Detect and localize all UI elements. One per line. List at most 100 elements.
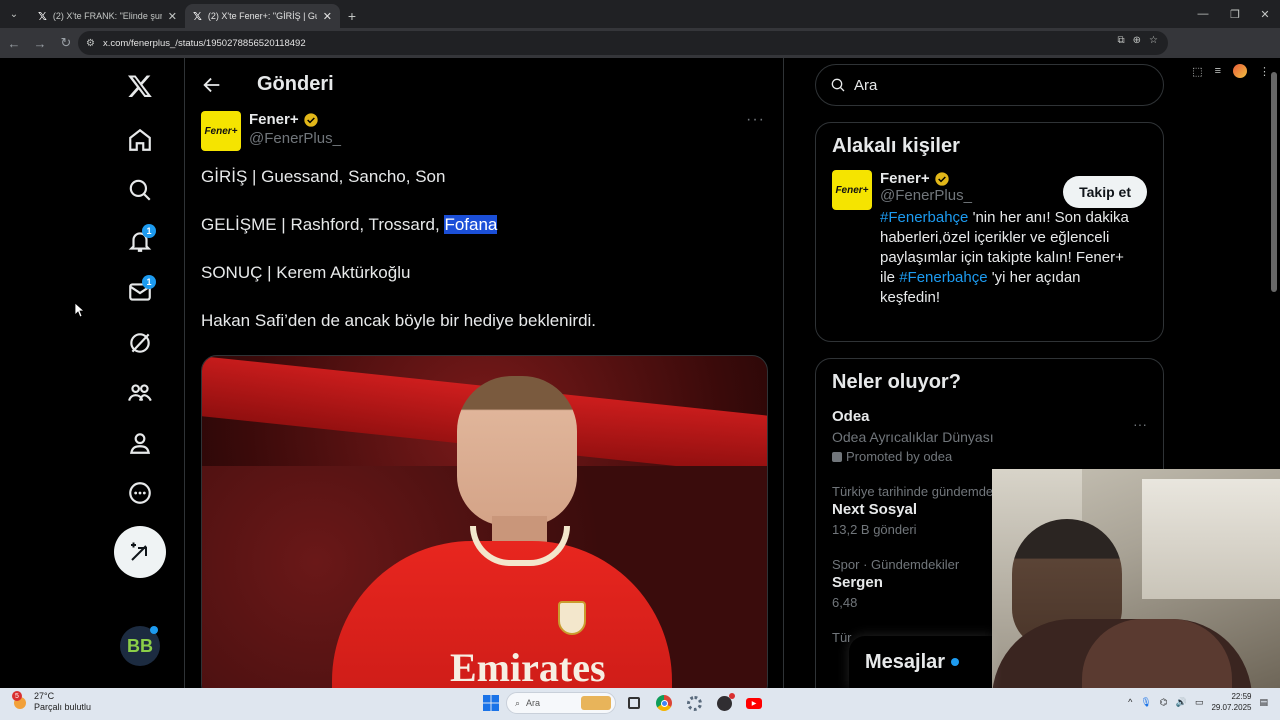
search-highlight-image — [581, 696, 611, 710]
taskbar-search[interactable]: ⌕ Ara — [506, 692, 616, 714]
tab-title: (2) X'te Fener+: "GİRİŞ | Guessa — [207, 11, 317, 21]
bookmark-star-icon[interactable]: ☆ — [1149, 35, 1158, 46]
address-bar[interactable]: ⚙ x.com/fenerplus_/status/19502788565201… — [78, 31, 1168, 55]
back-icon[interactable]: ← — [2, 31, 26, 55]
scrollbar-thumb[interactable] — [1271, 72, 1277, 292]
related-user-name: Fener+ — [880, 170, 930, 187]
youtube-icon[interactable]: ▶ — [742, 691, 766, 715]
minimize-button[interactable]: — — [1186, 0, 1220, 28]
taskbar-search-icon: ⌕ — [515, 697, 521, 708]
close-tab-icon[interactable]: ✕ — [323, 10, 332, 23]
tray-overflow-chevron-icon[interactable]: ^ — [1128, 697, 1132, 707]
tab-title: (2) X'te FRANK: "Elinde şundan — [52, 11, 162, 21]
site-info-icon[interactable]: ⚙ — [86, 38, 95, 49]
network-icon[interactable]: ⌬ — [1160, 697, 1168, 708]
page-title: Gönderi — [257, 73, 334, 95]
notifications-bell-icon[interactable]: 1 — [114, 215, 166, 267]
settings-gear-icon[interactable] — [682, 691, 706, 715]
post-line-development-text: GELİŞME | Rashford, Trossard, — [201, 215, 445, 234]
webcam-window — [1142, 479, 1280, 599]
taskbar-search-placeholder: Ara — [526, 698, 541, 708]
promoted-row: Promoted by odea — [832, 449, 1147, 464]
webcam-overlay — [992, 469, 1280, 688]
obs-icon[interactable] — [712, 691, 736, 715]
communities-icon[interactable] — [114, 367, 166, 419]
messages-mail-icon[interactable]: 1 — [114, 266, 166, 318]
weather-badge: 5 — [12, 691, 22, 701]
extensions-icon[interactable]: ⬚ — [1192, 65, 1202, 78]
taskbar-apps: ⌕ Ara ▶ — [482, 691, 766, 715]
post-line-comment: Hakan Safi’den de ancak böyle bir hediye… — [201, 311, 597, 330]
hashtag-link[interactable]: #Fenerbahçe — [899, 269, 987, 286]
author-name-row[interactable]: Fener+ — [249, 111, 341, 128]
chrome-icon[interactable] — [652, 691, 676, 715]
windows-start-icon[interactable] — [482, 694, 500, 712]
forward-icon[interactable]: → — [28, 31, 52, 55]
close-window-button[interactable]: ✕ — [1248, 0, 1280, 28]
notification-center-icon[interactable]: ▤ — [1259, 697, 1268, 708]
post-line-entry: GİRİŞ | Guessand, Sancho, Son — [201, 167, 446, 186]
trend-item[interactable]: Odea Odea Ayrıcalıklar Dünyası Promoted … — [816, 406, 1163, 474]
trend-more-icon[interactable]: ··· — [1133, 416, 1147, 432]
post-line-result: SONUÇ | Kerem Aktürkoğlu — [201, 263, 411, 282]
verified-badge-icon — [303, 112, 318, 127]
weather-widget[interactable]: 5 27°C Parçalı bulutlu — [12, 691, 91, 713]
task-view-icon[interactable] — [622, 691, 646, 715]
volume-icon[interactable]: 🔊 — [1176, 697, 1187, 708]
install-app-icon[interactable]: ⧉ — [1118, 35, 1125, 46]
selected-text-highlight: Fofana — [444, 215, 498, 234]
related-user[interactable]: Fener+ Fener+ @FenerPlus_ #Fenerbahçe 'n… — [816, 170, 1163, 322]
zoom-icon[interactable]: ⊕ — [1133, 35, 1141, 46]
tab-groups-icon[interactable]: ≡ — [1215, 65, 1221, 77]
promoted-icon — [832, 451, 842, 462]
account-avatar[interactable]: BB — [120, 626, 160, 666]
weather-temp: 27°C — [34, 691, 55, 701]
post: Fener+ Fener+ @FenerPlus_ ··· GİRİŞ | Gu… — [185, 111, 783, 688]
explore-search-icon[interactable] — [114, 164, 166, 216]
messages-drawer[interactable]: Mesajlar — [849, 636, 992, 688]
x-favicon-icon: 𝕏 — [38, 10, 47, 23]
profile-avatar[interactable] — [1233, 64, 1247, 78]
browser-toolbar: ← → ↻ ⚙ x.com/fenerplus_/status/19502788… — [0, 28, 1280, 78]
left-navigation: 1 1 BB — [100, 58, 184, 688]
windows-taskbar: 5 27°C Parçalı bulutlu ⌕ Ara ▶ ^ 🎙 ⌬ 🔊 ▭… — [0, 688, 1280, 720]
shirt-sponsor-text: Emirates — [450, 645, 606, 688]
x-logo-icon[interactable] — [114, 60, 166, 112]
reload-icon[interactable]: ↻ — [54, 31, 78, 55]
weather-desc: Parçalı bulutlu — [34, 702, 92, 712]
main-column: Gönderi Fener+ Fener+ @FenerPlus_ ··· Gİ… — [184, 58, 784, 688]
trend-meta: Odea Ayrıcalıklar Dünyası — [832, 429, 994, 445]
related-people-panel: Alakalı kişiler Fener+ Fener+ @FenerPlus… — [815, 122, 1164, 342]
x-favicon-icon: 𝕏 — [193, 10, 202, 23]
close-tab-icon[interactable]: ✕ — [168, 10, 177, 23]
verified-badge-icon — [934, 171, 949, 186]
microphone-icon[interactable]: 🎙 — [1140, 697, 1151, 708]
tab-search-menu[interactable]: ⌄ — [4, 4, 24, 24]
home-icon[interactable] — [114, 114, 166, 166]
trends-title: Neler oluyor? — [832, 371, 961, 393]
account-status-dot — [150, 626, 158, 634]
grok-icon[interactable] — [114, 317, 166, 369]
trend-name: Odea — [832, 408, 870, 425]
hashtag-link[interactable]: #Fenerbahçe — [880, 209, 968, 226]
post-image[interactable]: Emirates — [201, 355, 768, 688]
battery-icon[interactable]: ▭ — [1195, 697, 1204, 708]
author-avatar[interactable]: Fener+ — [201, 111, 241, 151]
back-arrow-icon[interactable] — [201, 74, 223, 96]
more-icon[interactable] — [114, 467, 166, 519]
compose-post-button[interactable] — [114, 526, 166, 578]
taskbar-clock[interactable]: 22:59 29.07.2025 — [1211, 691, 1251, 713]
follow-button[interactable]: Takip et — [1063, 176, 1147, 208]
browser-tab-2[interactable]: 𝕏 (2) X'te Fener+: "GİRİŞ | Guessa ✕ — [185, 4, 340, 28]
profile-icon[interactable] — [114, 417, 166, 469]
related-user-avatar[interactable]: Fener+ — [832, 170, 872, 210]
browser-tab-1[interactable]: 𝕏 (2) X'te FRANK: "Elinde şundan ✕ — [30, 4, 185, 28]
search-input[interactable]: Ara — [815, 64, 1164, 106]
author-handle[interactable]: @FenerPlus_ — [249, 130, 341, 147]
clock-date: 29.07.2025 — [1211, 703, 1252, 712]
post-more-icon[interactable]: ··· — [746, 111, 765, 129]
browser-tab-bar: ⌄ 𝕏 (2) X'te FRANK: "Elinde şundan ✕ 𝕏 (… — [0, 0, 1280, 28]
maximize-button[interactable]: ❐ — [1218, 0, 1252, 28]
new-tab-button[interactable]: + — [340, 4, 364, 28]
system-tray: ^ 🎙 ⌬ 🔊 ▭ 22:59 29.07.2025 ▤ — [1128, 691, 1268, 713]
